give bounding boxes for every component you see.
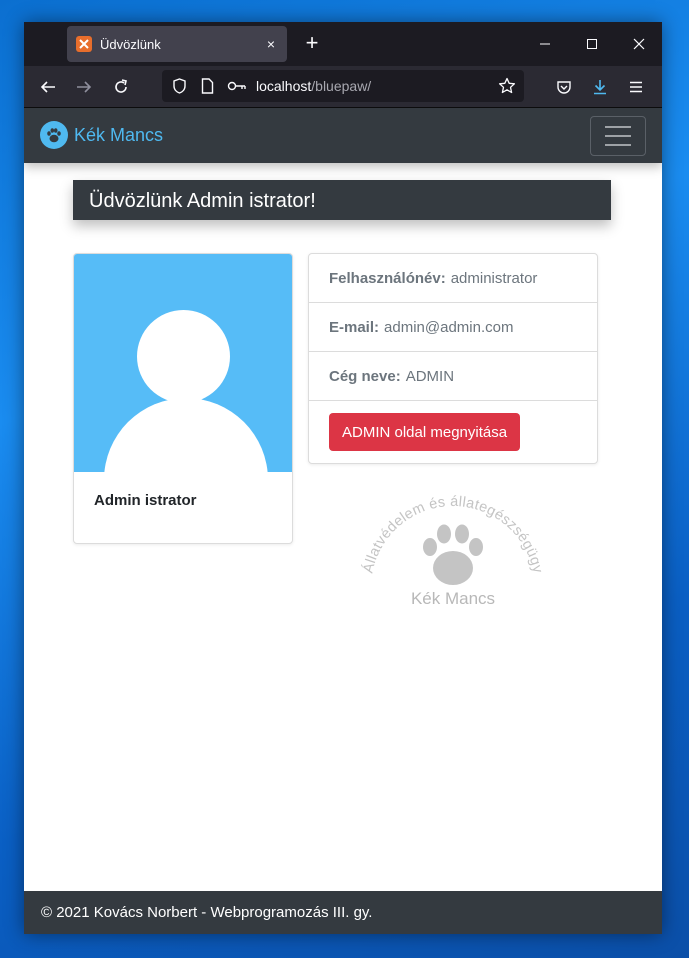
user-info-list: Felhasználónév: administrator E-mail: ad… — [308, 253, 598, 464]
back-arrow-icon[interactable] — [36, 75, 60, 99]
email-value: admin@admin.com — [384, 318, 514, 336]
url-text[interactable]: localhost/bluepaw/ — [256, 78, 371, 94]
minimize-icon[interactable] — [522, 22, 568, 66]
tab-strip: Üdvözlünk × + — [24, 22, 662, 66]
shield-icon[interactable] — [168, 75, 190, 97]
company-label: Cég neve: — [329, 367, 401, 385]
hamburger-line — [605, 126, 631, 128]
url-host: localhost — [256, 78, 312, 94]
company-value: ADMIN — [405, 367, 455, 385]
avatar — [74, 254, 292, 472]
brand-name: Kék Mancs — [74, 124, 164, 145]
admin-button-row: ADMIN oldal megnyitása — [309, 401, 597, 463]
page-icon[interactable] — [196, 75, 218, 97]
watermark-brand: Kék Mancs — [410, 589, 496, 608]
download-icon[interactable] — [588, 75, 612, 99]
forward-arrow-icon[interactable] — [72, 75, 96, 99]
browser-toolbar: localhost/bluepaw/ — [24, 66, 662, 108]
profile-card: Admin istrator — [73, 253, 293, 544]
tab-active[interactable]: Üdvözlünk × — [67, 26, 287, 62]
key-icon[interactable] — [224, 75, 250, 97]
open-admin-page-button[interactable]: ADMIN oldal megnyitása — [329, 413, 521, 451]
maximize-icon[interactable] — [569, 22, 615, 66]
tab-close-icon[interactable]: × — [261, 36, 281, 52]
welcome-heading: Üdvözlünk Admin istrator! — [73, 180, 611, 220]
hamburger-line — [605, 135, 631, 137]
hamburger-line — [605, 144, 631, 146]
info-company: Cég neve: ADMIN — [309, 352, 597, 401]
email-label: E-mail: — [329, 318, 380, 336]
reload-icon[interactable] — [109, 75, 133, 99]
new-tab-button[interactable]: + — [301, 32, 323, 56]
username-label: Felhasználónév: — [329, 269, 446, 287]
avatar-body — [104, 398, 268, 472]
info-email: E-mail: admin@admin.com — [309, 303, 597, 352]
watermark-logo: Állatvédelem és állategészségügy Kék Man… — [349, 480, 557, 620]
bookmark-star-icon[interactable] — [496, 75, 518, 97]
watermark-paw-icon — [423, 524, 483, 585]
username-value: administrator — [450, 269, 538, 287]
page-content: Kék Mancs Üdvözlünk Admin istrator! Admi… — [24, 108, 662, 934]
site-brand[interactable]: Kék Mancs — [40, 121, 163, 149]
profile-name: Admin istrator — [94, 492, 197, 509]
watermark-arc: Állatvédelem és állategészségügy — [359, 494, 545, 585]
menu-icon[interactable] — [624, 75, 648, 99]
close-window-icon[interactable] — [616, 22, 662, 66]
site-navbar: Kék Mancs — [24, 108, 662, 163]
url-path: /bluepaw/ — [311, 78, 372, 94]
tab-title: Üdvözlünk — [100, 36, 161, 52]
xampp-favicon-icon — [76, 36, 92, 52]
pocket-icon[interactable] — [552, 75, 576, 99]
navbar-toggler-button[interactable] — [590, 116, 646, 156]
url-bar[interactable]: localhost/bluepaw/ — [162, 70, 524, 102]
info-username: Felhasználónév: administrator — [309, 254, 597, 303]
avatar-head — [137, 310, 230, 403]
paw-logo-icon — [40, 121, 68, 149]
site-footer: © 2021 Kovács Norbert - Webprogramozás I… — [24, 891, 662, 934]
browser-window: Üdvözlünk × + localhost/bluepaw/ Kék Man… — [24, 22, 662, 934]
